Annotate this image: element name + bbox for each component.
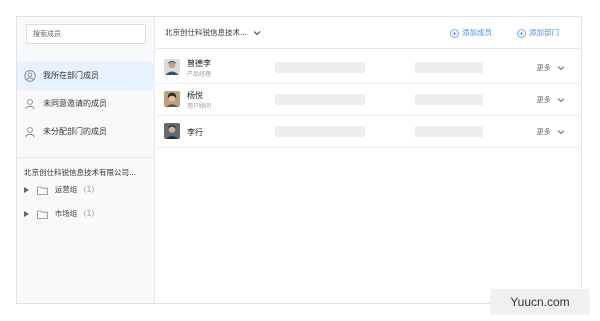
caret-right-icon[interactable] <box>24 211 29 217</box>
member-management-panel: 搜索成员 我所在部门成员 未同意邀请的成员 未分配部门的成员 北京创仕科锐信息技… <box>16 16 582 304</box>
avatar <box>164 123 180 139</box>
avatar <box>164 91 180 107</box>
department-item-operations[interactable]: 运营组 (1) <box>24 183 94 197</box>
info-placeholder <box>415 94 483 105</box>
sidebar-item-unassigned[interactable]: 未分配部门的成员 <box>17 118 155 146</box>
more-label: 更多 <box>536 64 551 72</box>
department-count: (1) <box>83 185 95 194</box>
member-row[interactable]: 曾德李 产品经理 更多 <box>155 52 581 84</box>
user-icon <box>24 70 36 82</box>
info-placeholder <box>415 62 483 73</box>
member-list-area: 北京创仕科锐信息技术... 添加成员 添加部门 曾德李 产品经理 更多 杨悦 用… <box>155 17 581 303</box>
more-label: 更多 <box>536 96 551 104</box>
info-placeholder <box>415 126 483 137</box>
info-placeholder <box>275 62 365 73</box>
member-name: 曾德李 <box>187 59 211 68</box>
divider <box>17 157 155 158</box>
department-label: 运营组 <box>54 185 78 194</box>
org-selector[interactable]: 北京创仕科锐信息技术... <box>165 17 261 49</box>
avatar <box>164 59 180 75</box>
info-placeholder <box>275 126 365 137</box>
org-selector-label: 北京创仕科锐信息技术... <box>165 28 248 37</box>
chevron-down-icon <box>253 31 260 36</box>
member-name: 杨悦 <box>187 91 203 100</box>
more-menu[interactable]: 更多 <box>537 52 565 84</box>
chevron-down-icon <box>557 66 565 71</box>
info-placeholder <box>275 94 365 105</box>
company-name[interactable]: 北京创仕科锐信息技术有限公司... <box>24 167 152 178</box>
add-member-button[interactable]: 添加成员 <box>450 17 492 49</box>
user-unassigned-icon <box>25 127 35 138</box>
add-department-label: 添加部门 <box>529 28 559 37</box>
add-member-label: 添加成员 <box>462 28 492 37</box>
more-menu[interactable]: 更多 <box>537 116 565 148</box>
sidebar: 搜索成员 我所在部门成员 未同意邀请的成员 未分配部门的成员 北京创仕科锐信息技… <box>17 17 155 303</box>
sidebar-item-label: 我所在部门成员 <box>43 71 99 80</box>
member-role: 用户顾问 <box>187 103 212 110</box>
member-role: 产品经理 <box>187 71 212 78</box>
sidebar-item-my-department[interactable]: 我所在部门成员 <box>17 62 155 90</box>
toolbar: 北京创仕科锐信息技术... 添加成员 添加部门 <box>155 17 581 49</box>
more-menu[interactable]: 更多 <box>537 84 565 116</box>
plus-circle-icon <box>450 28 459 38</box>
user-pending-icon <box>25 99 35 110</box>
member-name: 李行 <box>187 128 203 137</box>
folder-icon <box>37 186 49 195</box>
member-row[interactable]: 杨悦 用户顾问 更多 <box>155 84 581 116</box>
more-label: 更多 <box>536 128 551 136</box>
plus-circle-icon <box>517 28 526 38</box>
caret-right-icon[interactable] <box>24 187 29 193</box>
sidebar-item-label: 未同意邀请的成员 <box>43 99 107 108</box>
sidebar-item-pending-invites[interactable]: 未同意邀请的成员 <box>17 90 155 118</box>
folder-icon <box>37 210 49 219</box>
member-row[interactable]: 李行 更多 <box>155 116 581 148</box>
department-count: (1) <box>83 209 95 218</box>
department-item-marketing[interactable]: 市场组 (1) <box>24 207 94 221</box>
add-department-button[interactable]: 添加部门 <box>517 17 559 49</box>
chevron-down-icon <box>557 130 565 135</box>
sidebar-menu: 我所在部门成员 未同意邀请的成员 未分配部门的成员 <box>17 62 155 146</box>
sidebar-item-label: 未分配部门的成员 <box>43 127 107 136</box>
department-label: 市场组 <box>54 209 78 218</box>
watermark: Yuucn.com <box>490 289 590 315</box>
chevron-down-icon <box>557 98 565 103</box>
search-input[interactable]: 搜索成员 <box>26 24 146 44</box>
